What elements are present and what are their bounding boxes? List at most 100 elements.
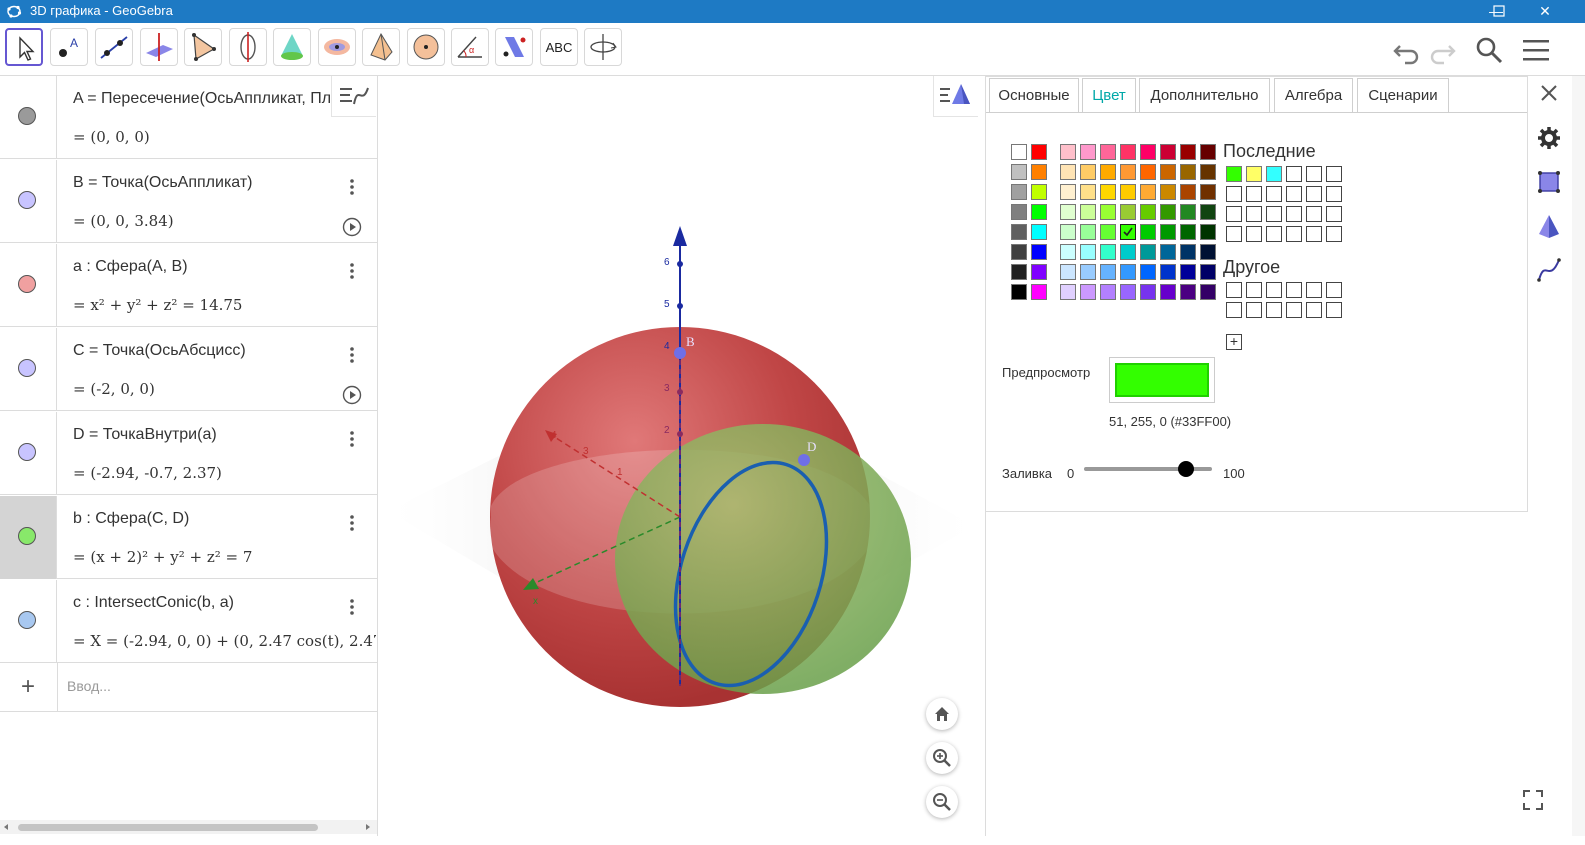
color-swatch[interactable] [1140, 184, 1156, 200]
color-swatch[interactable] [1080, 244, 1096, 260]
redo-icon[interactable] [1428, 35, 1458, 65]
color-swatch[interactable] [1120, 144, 1136, 160]
zoom-out-button[interactable] [926, 786, 958, 818]
recent-color-swatch[interactable] [1326, 226, 1342, 242]
perpendicular-tool-button[interactable] [140, 28, 178, 66]
graphics-view-icon[interactable] [1535, 168, 1563, 196]
color-swatch[interactable] [1120, 184, 1136, 200]
recent-color-swatch[interactable] [1306, 166, 1322, 182]
algebra-row-b[interactable]: b : Сфера(C, D) = (x + 2)² + y² + z² = 7 [0, 496, 377, 579]
color-swatch[interactable] [1160, 184, 1176, 200]
color-swatch[interactable] [1060, 184, 1076, 200]
color-swatch[interactable] [1200, 204, 1216, 220]
recent-color-swatch[interactable] [1266, 166, 1282, 182]
color-swatch[interactable] [1031, 244, 1047, 260]
custom-color-swatch[interactable] [1306, 282, 1322, 298]
color-swatch[interactable] [1200, 244, 1216, 260]
recent-color-swatch[interactable] [1306, 206, 1322, 222]
color-swatch[interactable] [1100, 184, 1116, 200]
color-swatch[interactable] [1080, 164, 1096, 180]
recent-color-swatch[interactable] [1266, 226, 1282, 242]
algebra-row-c[interactable]: c : IntersectConic(b, a) = X = (-2.94, 0… [0, 580, 377, 663]
graphics-3d-view-icon[interactable] [1535, 212, 1563, 240]
recent-color-swatch[interactable] [1226, 186, 1242, 202]
recent-color-swatch[interactable] [1286, 166, 1302, 182]
color-swatch[interactable] [1180, 144, 1196, 160]
search-icon[interactable] [1474, 35, 1504, 65]
fullscreen-icon[interactable] [1520, 787, 1546, 813]
tab-basic[interactable]: Основные [989, 78, 1079, 112]
cone-tool-button[interactable] [273, 28, 311, 66]
recent-color-swatch[interactable] [1306, 186, 1322, 202]
gear-icon[interactable] [1535, 124, 1563, 152]
more-vertical-icon[interactable] [345, 429, 359, 449]
color-swatch[interactable] [1200, 144, 1216, 160]
color-swatch[interactable] [1060, 164, 1076, 180]
pyramid-tool-button[interactable] [362, 28, 400, 66]
definition-text[interactable]: B = Точка(ОсьАппликат) [73, 174, 373, 192]
recent-color-swatch[interactable] [1246, 206, 1262, 222]
more-vertical-icon[interactable] [345, 597, 359, 617]
color-swatch[interactable] [1140, 144, 1156, 160]
color-swatch[interactable] [1060, 264, 1076, 280]
color-swatch[interactable] [1031, 164, 1047, 180]
color-swatch[interactable] [1200, 264, 1216, 280]
color-swatch[interactable] [1011, 204, 1027, 220]
main-menu-icon[interactable] [1521, 35, 1551, 65]
intersect-surfaces-tool-button[interactable] [318, 28, 356, 66]
color-swatch[interactable] [1140, 244, 1156, 260]
move-tool-button[interactable] [5, 28, 43, 66]
color-swatch[interactable] [1080, 264, 1096, 280]
color-swatch[interactable] [1180, 264, 1196, 280]
zoom-in-button[interactable] [926, 742, 958, 774]
color-swatch[interactable] [1031, 184, 1047, 200]
color-swatch[interactable] [1011, 184, 1027, 200]
more-vertical-icon[interactable] [345, 261, 359, 281]
graphics-style-bar-toggle[interactable] [933, 76, 978, 117]
color-swatch[interactable] [1120, 164, 1136, 180]
recent-color-swatch[interactable] [1266, 206, 1282, 222]
algebra-row-a[interactable]: a : Сфера(A, B) = x² + y² + z² = 14.75 [0, 244, 377, 327]
add-item-button[interactable]: + [17, 673, 39, 701]
color-swatch[interactable] [1180, 204, 1196, 220]
reflect-tool-button[interactable] [495, 28, 533, 66]
home-view-button[interactable] [926, 698, 958, 730]
algebra-row-B[interactable]: B = Точка(ОсьАппликат) = (0, 0, 3.84) [0, 160, 377, 243]
recent-color-swatch[interactable] [1326, 206, 1342, 222]
add-custom-color-button[interactable]: + [1226, 334, 1242, 350]
color-swatch[interactable] [1100, 204, 1116, 220]
scroll-right-icon[interactable] [364, 823, 372, 831]
algebra-row-D[interactable]: D = ТочкаВнутри(a) = (-2.94, -0.7, 2.37) [0, 412, 377, 495]
angle-tool-button[interactable]: α [451, 28, 489, 66]
tab-scripting[interactable]: Сценарии [1357, 78, 1449, 112]
point-tool-button[interactable]: A [50, 28, 88, 66]
tab-algebra[interactable]: Алгебра [1274, 78, 1353, 112]
algebra-style-bar-toggle[interactable] [331, 76, 376, 117]
color-swatch[interactable] [1140, 284, 1156, 300]
color-swatch[interactable] [1011, 244, 1027, 260]
fill-slider-thumb[interactable] [1178, 461, 1195, 477]
algebra-row-C[interactable]: C = Точка(ОсьАбсцисс) = (-2, 0, 0) [0, 328, 377, 411]
color-swatch[interactable] [1100, 284, 1116, 300]
color-swatch[interactable] [1140, 224, 1156, 240]
graphics-3d-view[interactable]: 6 5 4 3 2 3 4 1 x B D [383, 76, 980, 836]
color-swatch[interactable] [1160, 204, 1176, 220]
scroll-left-icon[interactable] [2, 823, 10, 831]
recent-color-swatch[interactable] [1326, 186, 1342, 202]
recent-color-swatch[interactable] [1226, 166, 1242, 182]
line-tool-button[interactable] [95, 28, 133, 66]
circle-axis-tool-button[interactable] [229, 28, 267, 66]
custom-color-swatch[interactable] [1266, 282, 1282, 298]
color-swatch[interactable] [1011, 224, 1027, 240]
recent-color-swatch[interactable] [1226, 226, 1242, 242]
color-swatch[interactable] [1080, 184, 1096, 200]
undo-icon[interactable] [1391, 35, 1421, 65]
custom-color-swatch[interactable] [1226, 302, 1242, 318]
recent-color-swatch[interactable] [1326, 166, 1342, 182]
color-swatch[interactable] [1060, 204, 1076, 220]
color-swatch[interactable] [1200, 184, 1216, 200]
color-swatch[interactable] [1200, 284, 1216, 300]
3d-scene[interactable]: 6 5 4 3 2 3 4 1 x B D [383, 76, 980, 836]
color-swatch[interactable] [1200, 164, 1216, 180]
custom-color-swatch[interactable] [1266, 302, 1282, 318]
